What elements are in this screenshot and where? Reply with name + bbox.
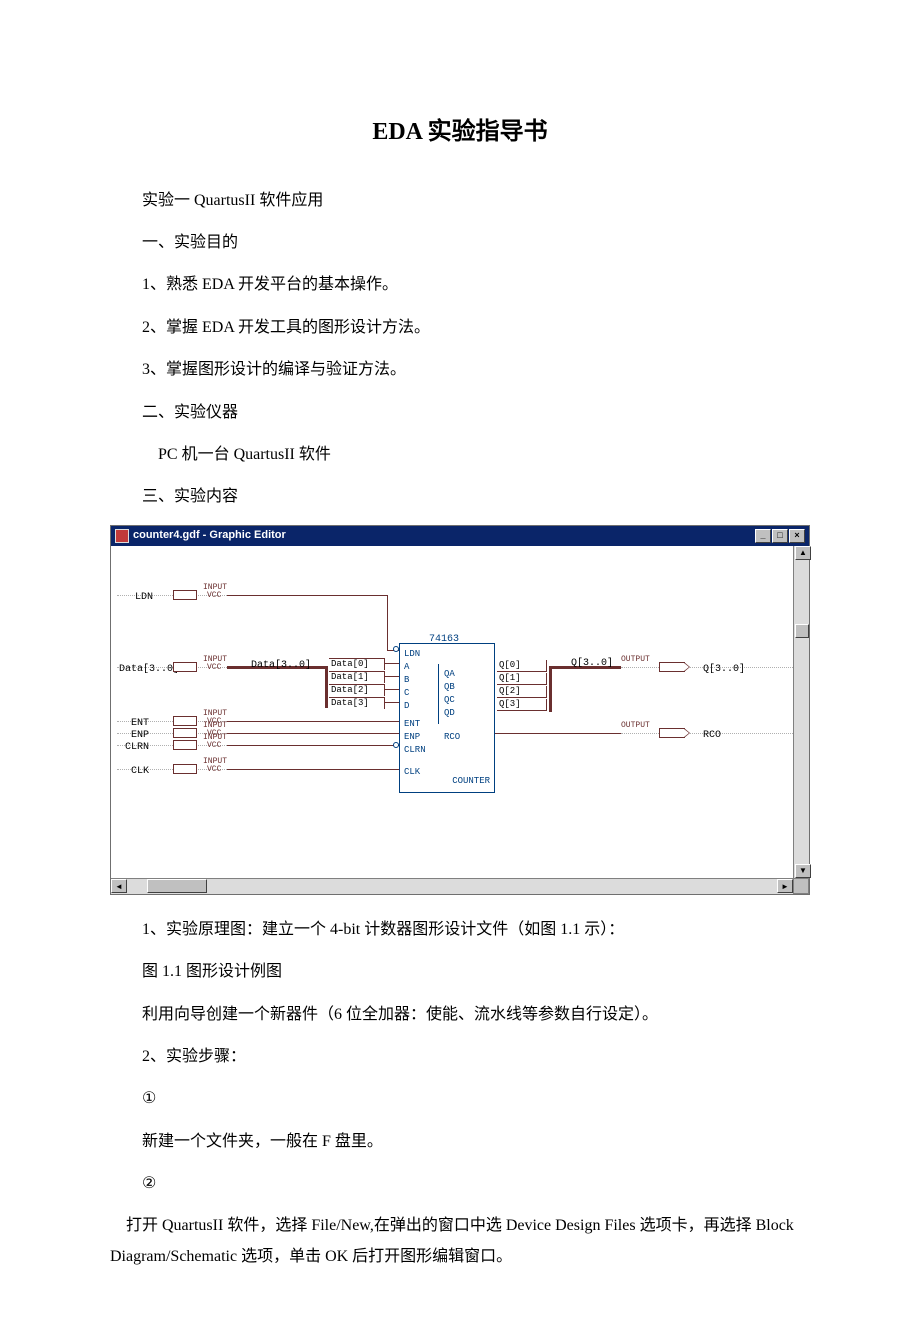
input-port-icon (173, 728, 197, 738)
input-port-icon (173, 716, 197, 726)
io-tag-vcc: VCC (207, 742, 221, 750)
step-marker: ① (110, 1084, 810, 1114)
q-net: Q[2] (497, 686, 547, 698)
io-tag-vcc: VCC (207, 664, 221, 672)
bus (325, 666, 328, 708)
pin-label-ldn: LDN (135, 588, 153, 607)
scroll-up-button[interactable]: ▲ (795, 546, 811, 560)
bus-name: Q[3..0] (571, 654, 613, 673)
chevron-down-icon: ▼ (799, 863, 807, 878)
text-line: 三、实验内容 (110, 482, 810, 512)
pin-label-out-q: Q[3..0] (703, 660, 745, 679)
bus (549, 666, 552, 712)
wire (227, 769, 399, 770)
bus-tap: Data[0] (329, 658, 385, 670)
graphic-editor-window: counter4.gdf - Graphic Editor _ □ × LDN … (110, 525, 810, 895)
bus-tap: Data[2] (329, 684, 385, 696)
scroll-right-button[interactable]: ► (777, 879, 793, 893)
chip-port: CLRN (404, 742, 426, 759)
scroll-left-button[interactable]: ◄ (111, 879, 127, 893)
q-net: Q[0] (497, 660, 547, 672)
text-line: 2、实验步骤： (110, 1042, 810, 1072)
io-tag-output: OUTPUT (621, 656, 650, 664)
io-tag-vcc: VCC (207, 592, 221, 600)
pin-label-data: Data[3..0] (119, 660, 179, 679)
chevron-left-icon: ◄ (115, 879, 123, 894)
inversion-bubble-icon (393, 646, 399, 652)
scroll-down-button[interactable]: ▼ (795, 864, 811, 878)
chip-port: D (404, 698, 409, 715)
chevron-up-icon: ▲ (799, 545, 807, 560)
text-line: 一、实验目的 (110, 228, 810, 258)
minimize-button[interactable]: _ (755, 529, 771, 543)
schematic-canvas[interactable]: LDN INPUT VCC Data[3..0] INPUT VCC Data[… (111, 546, 809, 878)
output-port-icon (659, 662, 685, 672)
maximize-button[interactable]: □ (772, 529, 788, 543)
wire (227, 595, 387, 596)
window-title-bar[interactable]: counter4.gdf - Graphic Editor _ □ × (111, 526, 809, 546)
wire (227, 745, 399, 746)
text-line: 1、熟悉 EDA 开发平台的基本操作。 (110, 270, 810, 300)
bus-name: Data[3..0] (251, 656, 311, 675)
chevron-right-icon: ► (781, 879, 789, 894)
wire (227, 721, 399, 722)
input-port-icon (173, 662, 197, 672)
text-line: 二、实验仪器 (110, 398, 810, 428)
text-line: 1、实验原理图：建立一个 4-bit 计数器图形设计文件（如图 1.1 示）： (110, 915, 810, 945)
wire (227, 733, 399, 734)
wire (495, 733, 621, 734)
io-tag-vcc: VCC (207, 766, 221, 774)
wire (385, 702, 399, 703)
text-line: 2、掌握 EDA 开发工具的图形设计方法。 (110, 313, 810, 343)
io-tag-output: OUTPUT (621, 722, 650, 730)
chip-footer: COUNTER (452, 773, 490, 790)
pin-label-out-rco: RCO (703, 726, 721, 745)
wire (385, 676, 399, 677)
input-port-icon (173, 590, 197, 600)
chip-74163[interactable]: LDN A B C D ENT ENP CLRN CLK QA QB QC QD… (399, 643, 495, 793)
chip-port: QD (444, 705, 455, 722)
chip-port: CLK (404, 764, 420, 781)
pin-label-clk: CLK (131, 762, 149, 781)
vertical-scrollbar[interactable]: ▲ ▼ (793, 546, 809, 878)
pin-label-clrn: CLRN (125, 738, 149, 757)
chip-port: RCO (444, 729, 460, 746)
app-icon (115, 529, 129, 543)
text-line: 新建一个文件夹，一般在 F 盘里。 (110, 1127, 810, 1157)
text-line: PC 机一台 QuartusII 软件 (110, 440, 810, 470)
wire (385, 689, 399, 690)
bus-tap: Data[3] (329, 697, 385, 709)
bus-tap: Data[1] (329, 671, 385, 683)
resize-grip-icon[interactable] (793, 878, 809, 894)
step-marker: ② (110, 1169, 810, 1199)
q-net: Q[1] (497, 673, 547, 685)
document-title: EDA 实验指导书 (110, 110, 810, 156)
text-line: 实验一 QuartusII 软件应用 (110, 186, 810, 216)
inversion-bubble-icon (393, 742, 399, 748)
scroll-thumb[interactable] (795, 624, 809, 638)
wire (387, 595, 388, 650)
input-port-icon (173, 764, 197, 774)
window-title: counter4.gdf - Graphic Editor (133, 525, 755, 546)
input-port-icon (173, 740, 197, 750)
q-net: Q[3] (497, 699, 547, 711)
output-port-icon (659, 728, 685, 738)
scroll-thumb[interactable] (147, 879, 207, 893)
text-line: 3、掌握图形设计的编译与验证方法。 (110, 355, 810, 385)
figure-caption: 图 1.1 图形设计例图 (110, 957, 810, 987)
text-line: 利用向导创建一个新器件（6 位全加器：使能、流水线等参数自行设定）。 (110, 1000, 810, 1030)
close-button[interactable]: × (789, 529, 805, 543)
horizontal-scrollbar[interactable]: ◄ ► (111, 878, 809, 894)
text-line: 打开 QuartusII 软件，选择 File/New,在弹出的窗口中选 Dev… (110, 1211, 810, 1272)
wire (385, 663, 399, 664)
